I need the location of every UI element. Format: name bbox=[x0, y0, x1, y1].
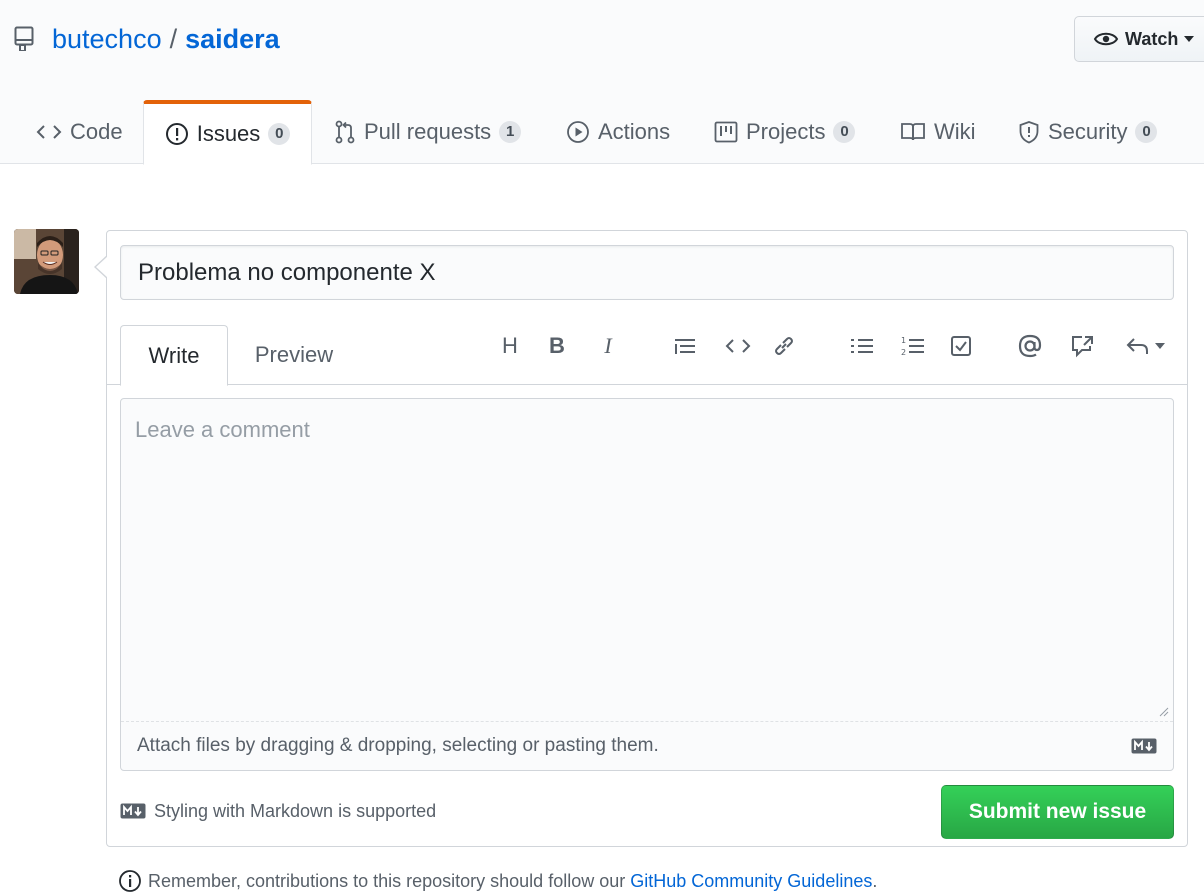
tab-security-label: Security bbox=[1048, 119, 1128, 144]
file-attach-text: Attach files by dragging & dropping, sel… bbox=[137, 735, 659, 756]
book-icon bbox=[901, 123, 925, 141]
contribution-guidelines-note: Remember, contributions to this reposito… bbox=[118, 868, 877, 894]
mention-button[interactable] bbox=[1015, 329, 1045, 363]
issue-title-input[interactable] bbox=[120, 245, 1174, 300]
comment-editor: Attach files by dragging & dropping, sel… bbox=[120, 398, 1174, 771]
tab-actions-label: Actions bbox=[598, 119, 671, 144]
shield-icon bbox=[1019, 121, 1039, 144]
issue-opened-icon bbox=[165, 123, 188, 145]
tab-code[interactable]: Code bbox=[36, 100, 123, 164]
repo-icon bbox=[14, 25, 38, 53]
tab-issues[interactable]: Issues 0 bbox=[143, 100, 312, 165]
comment-textarea[interactable] bbox=[121, 399, 1173, 721]
code-button[interactable] bbox=[724, 329, 752, 363]
link-button[interactable] bbox=[771, 329, 797, 363]
repo-name-link[interactable]: saidera bbox=[185, 24, 280, 55]
markdown-support-text: Styling with Markdown is supported bbox=[154, 800, 437, 821]
tab-wiki-label: Wiki bbox=[934, 119, 976, 144]
italic-button[interactable]: I bbox=[595, 329, 621, 363]
mention-icon bbox=[1018, 334, 1042, 358]
guidelines-suffix: . bbox=[872, 870, 878, 891]
ordered-list-button[interactable]: 12 bbox=[899, 329, 927, 363]
markdown-icon bbox=[120, 803, 146, 819]
task-list-button[interactable] bbox=[947, 329, 975, 363]
repo-header: butechco / saidera Watch Code Issues 0 P… bbox=[0, 0, 1204, 165]
submit-new-issue-button[interactable]: Submit new issue bbox=[941, 785, 1174, 839]
list-ordered-icon: 12 bbox=[901, 336, 924, 357]
new-issue-form: Write Preview H B I 12 Attach files by d… bbox=[94, 230, 1188, 847]
avatar[interactable] bbox=[14, 229, 79, 294]
play-icon bbox=[567, 121, 589, 143]
reference-button[interactable] bbox=[1069, 329, 1097, 363]
link-icon bbox=[775, 337, 793, 355]
tab-preview[interactable]: Preview bbox=[235, 325, 353, 385]
code-icon bbox=[725, 339, 751, 353]
watch-button[interactable]: Watch bbox=[1074, 16, 1204, 62]
pull-requests-counter: 1 bbox=[499, 121, 522, 143]
cross-reference-icon bbox=[1072, 336, 1093, 358]
chevron-down-icon bbox=[1184, 36, 1195, 42]
list-unordered-icon bbox=[851, 339, 873, 353]
guidelines-prefix: Remember, contributions to this reposito… bbox=[148, 870, 626, 891]
tab-projects-label: Projects bbox=[746, 119, 826, 144]
repo-title: butechco / saidera bbox=[14, 22, 280, 56]
eye-icon bbox=[1093, 30, 1119, 48]
tab-write[interactable]: Write bbox=[120, 325, 228, 386]
repo-owner-link[interactable]: butechco bbox=[52, 24, 162, 55]
unordered-list-button[interactable] bbox=[848, 329, 876, 363]
info-icon bbox=[119, 870, 141, 892]
code-icon bbox=[36, 125, 62, 139]
projects-counter: 0 bbox=[833, 121, 856, 143]
repo-nav: Code Issues 0 Pull requests 1 Actions Pr… bbox=[0, 100, 1204, 165]
project-icon bbox=[714, 121, 738, 143]
chevron-down-icon bbox=[1155, 343, 1165, 349]
tasklist-icon bbox=[951, 336, 971, 356]
reply-icon bbox=[1126, 338, 1148, 354]
quote-button[interactable] bbox=[672, 329, 698, 363]
tab-projects[interactable]: Projects 0 bbox=[714, 100, 856, 164]
watch-label: Watch bbox=[1125, 28, 1179, 49]
saved-replies-button[interactable] bbox=[1121, 329, 1169, 363]
svg-text:1: 1 bbox=[901, 336, 906, 345]
tab-security[interactable]: Security 0 bbox=[1018, 100, 1158, 164]
community-guidelines-link[interactable]: GitHub Community Guidelines bbox=[630, 871, 872, 892]
file-attach-bar[interactable]: Attach files by dragging & dropping, sel… bbox=[121, 721, 1173, 770]
tab-pull-requests-label: Pull requests bbox=[364, 119, 492, 144]
markdown-icon bbox=[1131, 738, 1157, 754]
bold-button[interactable]: B bbox=[544, 329, 570, 363]
tab-code-label: Code bbox=[70, 119, 123, 144]
quote-icon bbox=[675, 339, 695, 354]
repo-separator: / bbox=[169, 23, 178, 54]
tab-actions[interactable]: Actions bbox=[566, 100, 670, 164]
heading-button[interactable]: H bbox=[497, 329, 523, 363]
tab-pull-requests[interactable]: Pull requests 1 bbox=[334, 100, 522, 164]
resize-handle-icon[interactable] bbox=[1157, 705, 1169, 717]
tab-wiki[interactable]: Wiki bbox=[900, 100, 976, 164]
comment-caret-inner bbox=[96, 256, 108, 278]
issues-counter: 0 bbox=[268, 123, 291, 145]
security-counter: 0 bbox=[1135, 121, 1158, 143]
tab-issues-label: Issues bbox=[196, 121, 261, 146]
markdown-support-note[interactable]: Styling with Markdown is supported bbox=[120, 798, 436, 824]
svg-text:2: 2 bbox=[901, 348, 906, 357]
git-pull-request-icon bbox=[335, 120, 355, 144]
